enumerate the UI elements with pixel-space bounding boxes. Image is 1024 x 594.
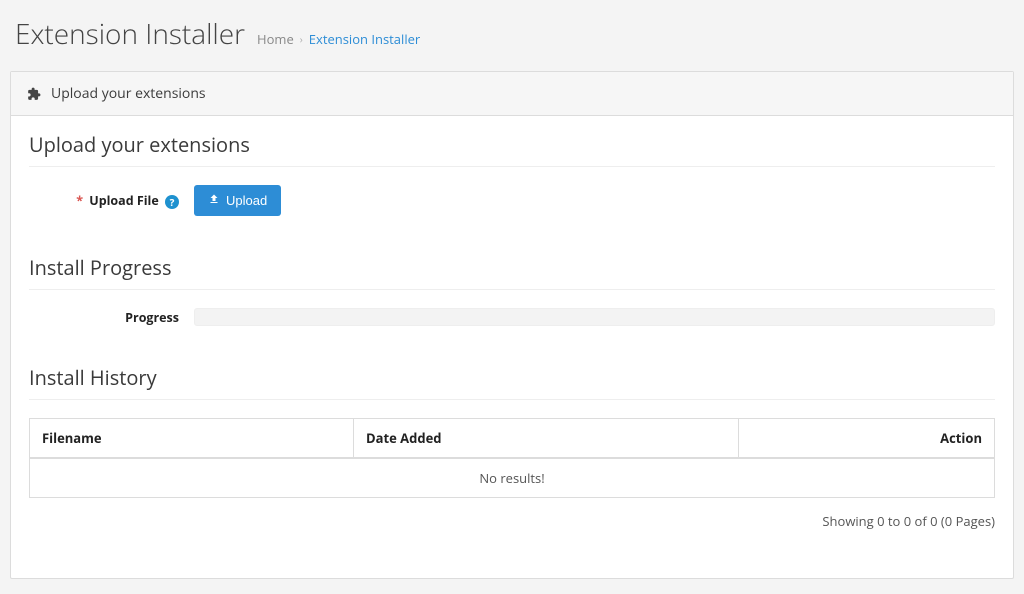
upload-label: Upload File — [89, 192, 159, 209]
extension-panel: Upload your extensions Upload your exten… — [10, 71, 1014, 579]
progress-bar — [194, 308, 995, 326]
upload-icon — [208, 193, 220, 208]
history-section: Install History Filename Date Added Acti… — [29, 364, 995, 530]
breadcrumb-current[interactable]: Extension Installer — [309, 30, 420, 48]
upload-section: Upload your extensions * Upload File ? U… — [29, 131, 995, 216]
breadcrumb-home[interactable]: Home — [257, 30, 294, 48]
progress-label: Progress — [29, 309, 194, 326]
upload-button-label: Upload — [226, 193, 267, 208]
panel-heading: Upload your extensions — [11, 72, 1013, 116]
upload-row: * Upload File ? Upload — [29, 185, 995, 216]
upload-label-col: * Upload File ? — [29, 192, 194, 209]
empty-results: No results! — [30, 458, 995, 498]
help-icon[interactable]: ? — [165, 195, 179, 209]
history-table: Filename Date Added Action No results! — [29, 418, 995, 498]
breadcrumb: Home › Extension Installer — [257, 30, 420, 48]
required-icon: * — [76, 192, 83, 209]
pagination-info: Showing 0 to 0 of 0 (0 Pages) — [29, 512, 995, 530]
col-date-added: Date Added — [353, 419, 738, 459]
upload-control-col: Upload — [194, 185, 281, 216]
upload-button[interactable]: Upload — [194, 185, 281, 216]
panel-heading-text: Upload your extensions — [51, 84, 206, 103]
progress-row: Progress — [29, 308, 995, 326]
col-action: Action — [738, 419, 994, 459]
upload-section-title: Upload your extensions — [29, 131, 995, 167]
table-header-row: Filename Date Added Action — [30, 419, 995, 459]
progress-section-title: Install Progress — [29, 254, 995, 290]
page-title: Extension Installer — [15, 15, 245, 53]
history-section-title: Install History — [29, 364, 995, 400]
col-filename: Filename — [30, 419, 354, 459]
progress-section: Install Progress Progress — [29, 254, 995, 326]
page-header: Extension Installer Home › Extension Ins… — [0, 0, 1024, 71]
puzzle-icon — [27, 87, 41, 101]
breadcrumb-separator-icon: › — [300, 32, 303, 46]
panel-body: Upload your extensions * Upload File ? U… — [11, 116, 1013, 578]
table-row: No results! — [30, 458, 995, 498]
